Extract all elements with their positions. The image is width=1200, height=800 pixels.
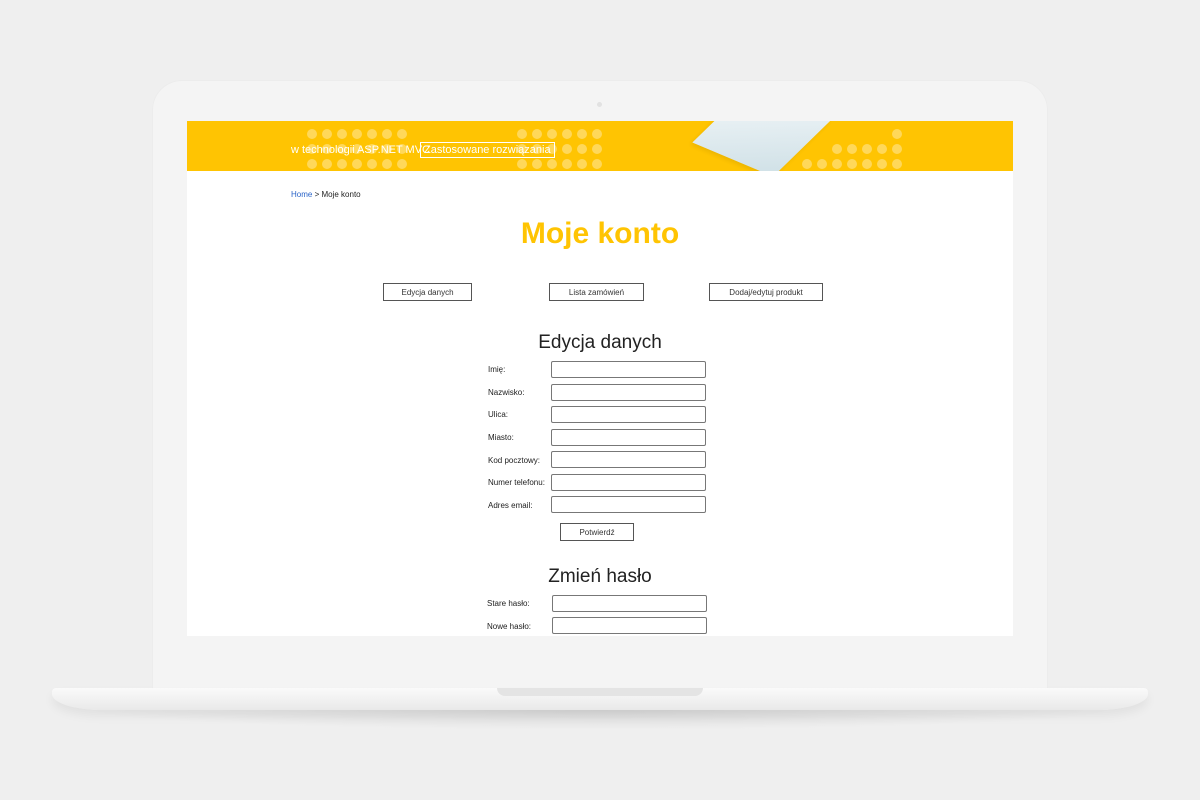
last-name-field[interactable]	[551, 384, 706, 401]
first-name-label: Imię:	[488, 365, 506, 374]
tab-edit-data[interactable]: Edycja danych	[383, 283, 472, 301]
postal-code-label: Kod pocztowy:	[488, 456, 541, 465]
postal-code-field[interactable]	[551, 451, 706, 468]
tab-order-list[interactable]: Lista zamówień	[549, 283, 644, 301]
street-label: Ulica:	[488, 410, 509, 419]
last-name-label: Nazwisko:	[488, 388, 525, 397]
old-password-label: Stare hasło:	[487, 599, 530, 608]
laptop-base-notch	[497, 688, 703, 696]
street-field[interactable]	[551, 406, 706, 423]
header-banner: w technologii ASP.NET MVC Zastosowane ro…	[187, 121, 1013, 171]
breadcrumb: Home > Moje konto	[291, 190, 361, 199]
phone-field[interactable]	[551, 474, 706, 491]
city-field[interactable]	[551, 429, 706, 446]
city-label: Miasto:	[488, 433, 514, 442]
page-title: Moje konto	[520, 217, 680, 250]
change-password-heading: Zmień hasło	[548, 566, 652, 587]
breadcrumb-current: Moje konto	[321, 190, 361, 199]
first-name-field[interactable]	[551, 361, 706, 378]
email-label: Adres email:	[488, 501, 533, 510]
camera-dot	[597, 102, 602, 107]
new-password-field[interactable]	[552, 617, 707, 634]
banner-text: w technologii ASP.NET MVC	[291, 144, 430, 156]
banner-dots-right	[802, 129, 902, 169]
tab-add-edit-product[interactable]: Dodaj/edytuj produkt	[709, 283, 823, 301]
browser-screen: w technologii ASP.NET MVC Zastosowane ro…	[187, 121, 1013, 636]
confirm-button[interactable]: Potwierdź	[560, 523, 634, 541]
new-password-label: Nowe hasło:	[487, 622, 532, 631]
breadcrumb-separator: >	[314, 190, 320, 199]
email-field[interactable]	[551, 496, 706, 513]
old-password-field[interactable]	[552, 595, 707, 612]
edit-data-heading: Edycja danych	[538, 332, 662, 353]
breadcrumb-home-link[interactable]: Home	[291, 190, 312, 199]
solutions-link[interactable]: Zastosowane rozwiązania	[420, 142, 555, 158]
phone-label: Numer telefonu:	[488, 478, 545, 487]
